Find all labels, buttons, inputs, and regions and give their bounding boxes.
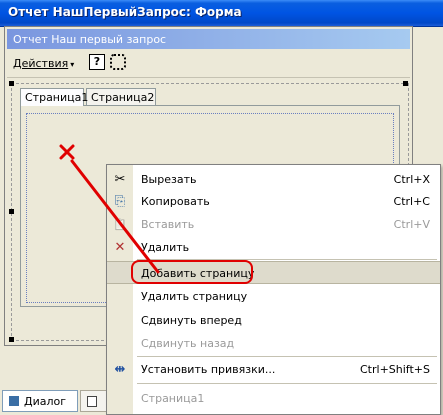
- tab-page-1[interactable]: Страница1: [20, 88, 88, 106]
- annotation-arrow: [59, 144, 160, 274]
- annotation-pointer-line: [70, 159, 160, 274]
